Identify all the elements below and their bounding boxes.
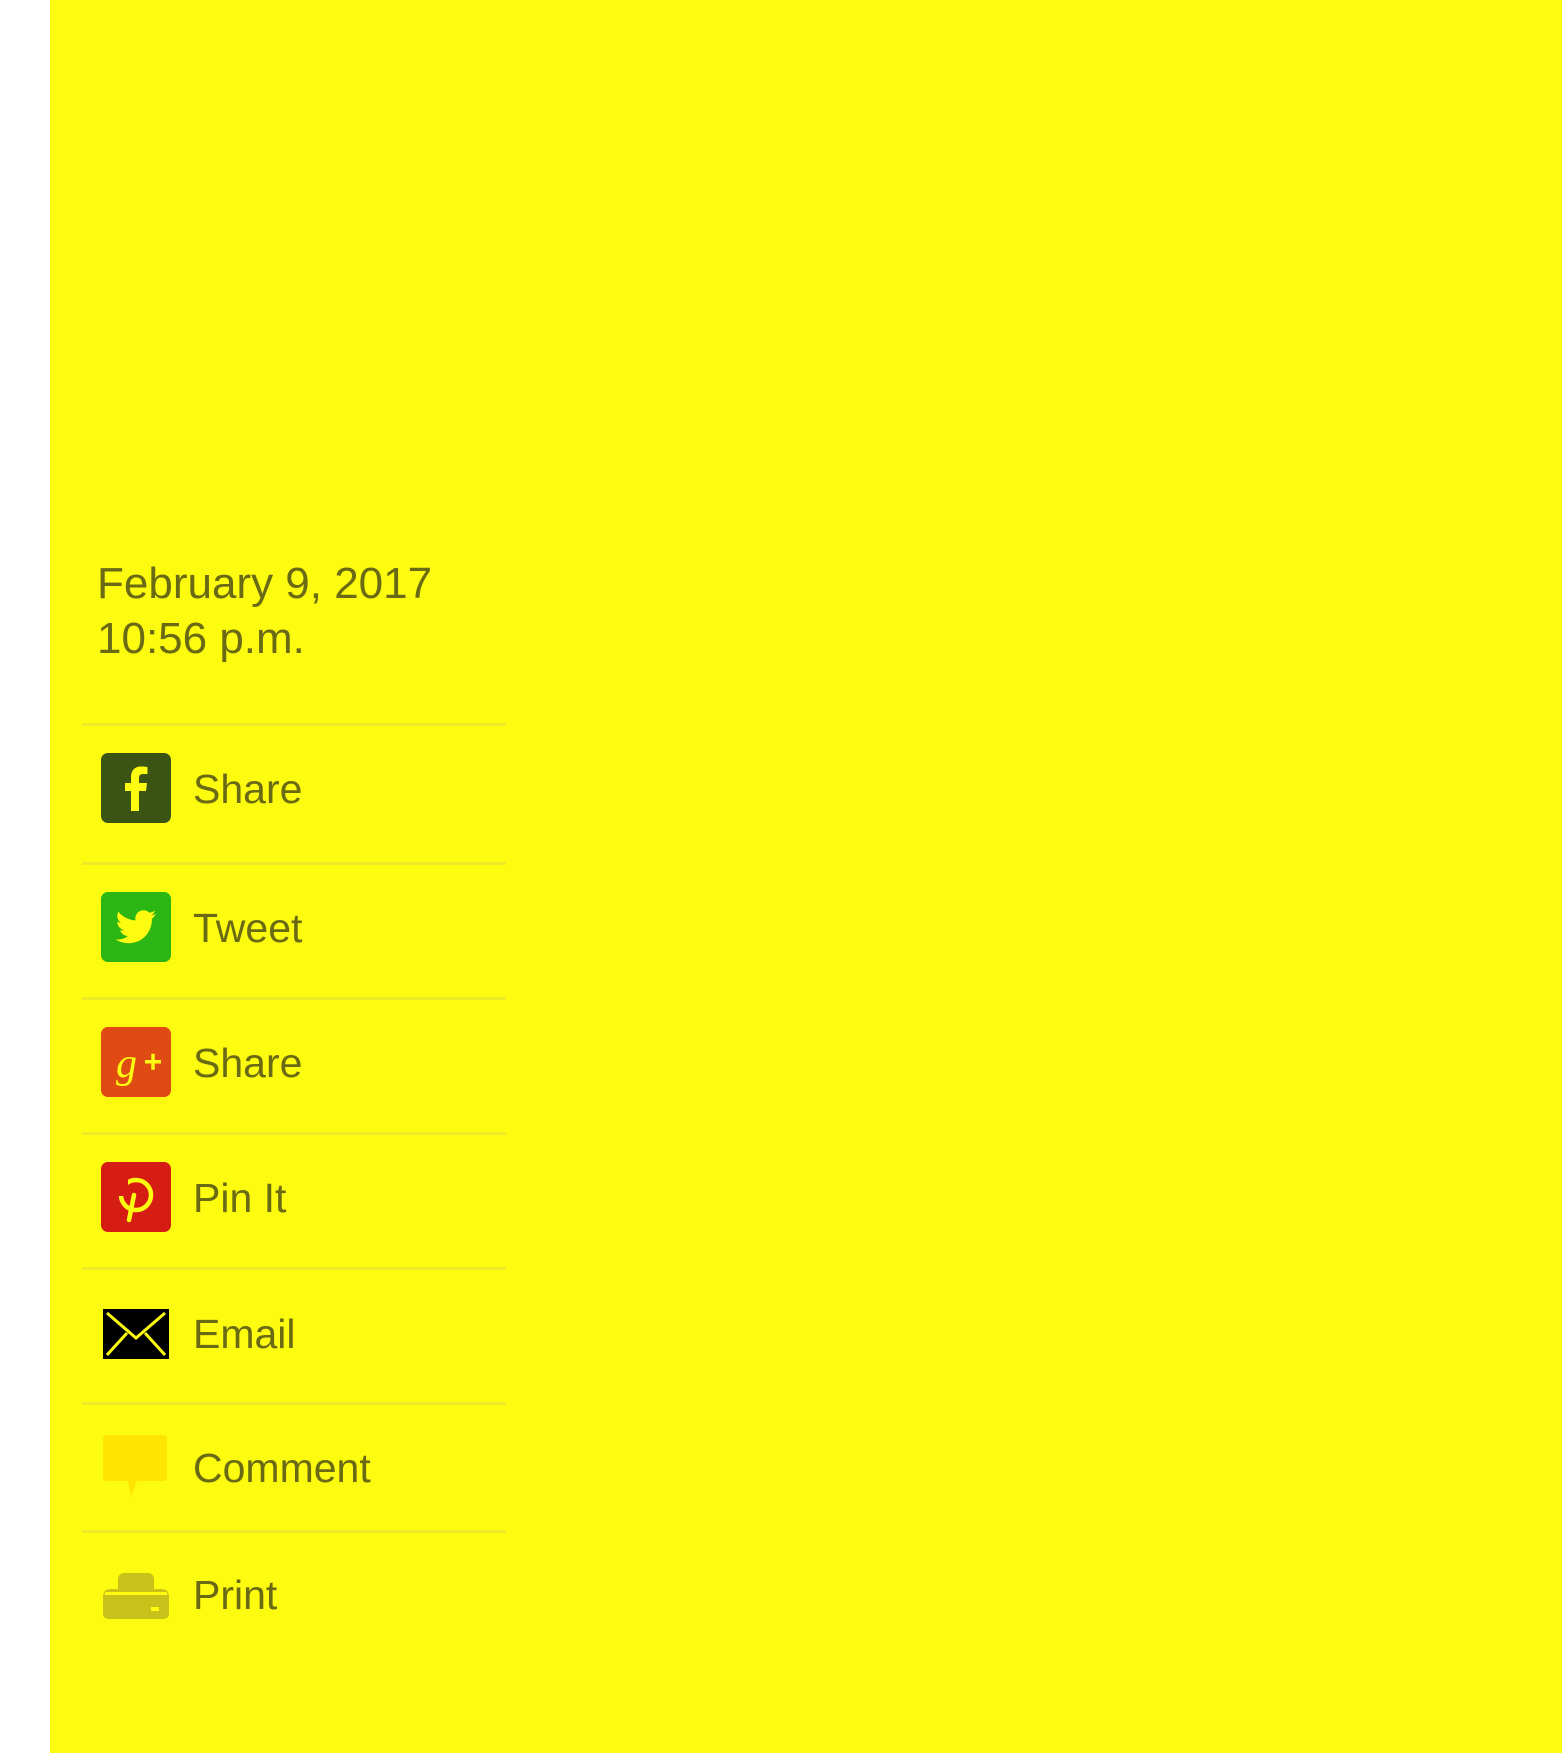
svg-text:g: g bbox=[116, 1041, 137, 1087]
article-date: February 9, 2017 bbox=[97, 559, 433, 608]
share-tools-list: Share Tweet g Share Pin It Email Comment… bbox=[82, 723, 506, 1673]
envelope-icon bbox=[101, 1306, 171, 1376]
printer-icon bbox=[101, 1571, 171, 1641]
content-panel: February 9, 2017 10:56 p.m. Share Tweet bbox=[50, 0, 1562, 1753]
article-timestamp: February 9, 2017 10:56 p.m. bbox=[97, 556, 432, 666]
comment-button[interactable]: Comment bbox=[82, 1402, 506, 1530]
google-plus-share-label: Share bbox=[193, 1040, 303, 1086]
facebook-share-label: Share bbox=[193, 766, 303, 812]
twitter-tweet-label: Tweet bbox=[193, 905, 303, 951]
pinterest-pin-label: Pin It bbox=[193, 1175, 287, 1221]
twitter-icon bbox=[101, 892, 171, 962]
article-time: 10:56 p.m. bbox=[97, 614, 305, 663]
pinterest-icon bbox=[101, 1162, 171, 1232]
pinterest-pin-button[interactable]: Pin It bbox=[82, 1132, 506, 1267]
facebook-share-button[interactable]: Share bbox=[82, 723, 506, 862]
speech-bubble-icon bbox=[101, 1433, 171, 1503]
print-button[interactable]: Print bbox=[82, 1530, 506, 1673]
google-plus-share-button[interactable]: g Share bbox=[82, 997, 506, 1132]
twitter-tweet-button[interactable]: Tweet bbox=[82, 862, 506, 997]
email-share-label: Email bbox=[193, 1311, 296, 1357]
comment-label: Comment bbox=[193, 1445, 371, 1491]
google-plus-icon: g bbox=[101, 1027, 171, 1097]
email-share-button[interactable]: Email bbox=[82, 1267, 506, 1402]
print-label: Print bbox=[193, 1572, 278, 1618]
facebook-icon bbox=[101, 753, 171, 823]
